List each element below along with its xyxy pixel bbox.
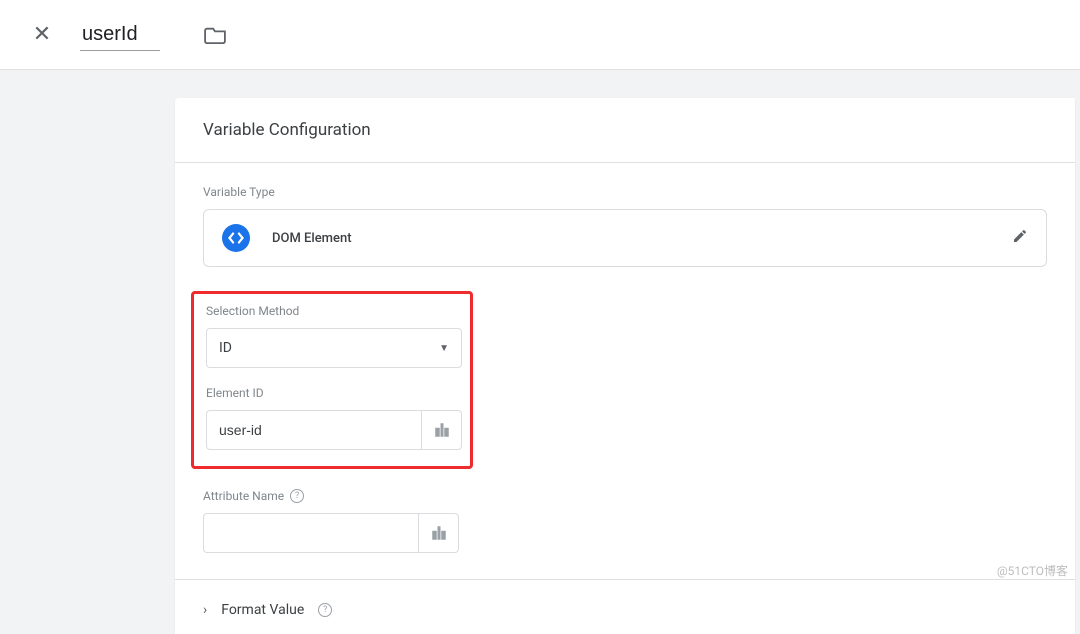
- variable-picker-icon[interactable]: [418, 514, 458, 552]
- attribute-name-row: [203, 513, 459, 553]
- element-id-label: Element ID: [206, 386, 458, 400]
- variable-name-input[interactable]: [80, 19, 160, 51]
- variable-type-label: Variable Type: [203, 185, 1047, 199]
- panel-title: Variable Configuration: [203, 120, 1047, 140]
- help-icon[interactable]: ?: [318, 603, 332, 617]
- format-value-label: Format Value: [221, 602, 304, 618]
- attribute-name-block: Attribute Name ?: [203, 489, 1047, 553]
- format-value-toggle[interactable]: › Format Value ?: [203, 602, 1047, 634]
- element-id-row: [206, 410, 462, 450]
- watermark: @51CTO博客: [997, 562, 1068, 579]
- highlighted-config: Selection Method ID ▼ Element ID: [191, 291, 473, 469]
- attribute-name-label-text: Attribute Name: [203, 489, 284, 503]
- attribute-name-input[interactable]: [204, 514, 418, 552]
- folder-icon[interactable]: [204, 26, 226, 44]
- help-icon[interactable]: ?: [290, 489, 304, 503]
- dom-element-icon: [222, 224, 250, 252]
- divider: [175, 579, 1075, 580]
- variable-picker-icon[interactable]: [421, 411, 461, 449]
- close-icon[interactable]: ✕: [30, 22, 54, 47]
- attribute-name-label: Attribute Name ?: [203, 489, 1047, 503]
- variable-type-name: DOM Element: [272, 231, 1012, 246]
- selection-method-value: ID: [219, 340, 232, 356]
- chevron-down-icon: ▼: [439, 343, 449, 354]
- edit-icon[interactable]: [1012, 228, 1028, 248]
- selection-method-select[interactable]: ID ▼: [206, 328, 462, 368]
- variable-type-selector[interactable]: DOM Element: [203, 209, 1047, 267]
- chevron-right-icon: ›: [203, 602, 207, 618]
- config-panel: Variable Configuration Variable Type DOM…: [175, 98, 1075, 634]
- element-id-input[interactable]: [207, 411, 421, 449]
- selection-method-label: Selection Method: [206, 304, 458, 318]
- topbar: ✕: [0, 0, 1080, 70]
- divider: [175, 162, 1075, 163]
